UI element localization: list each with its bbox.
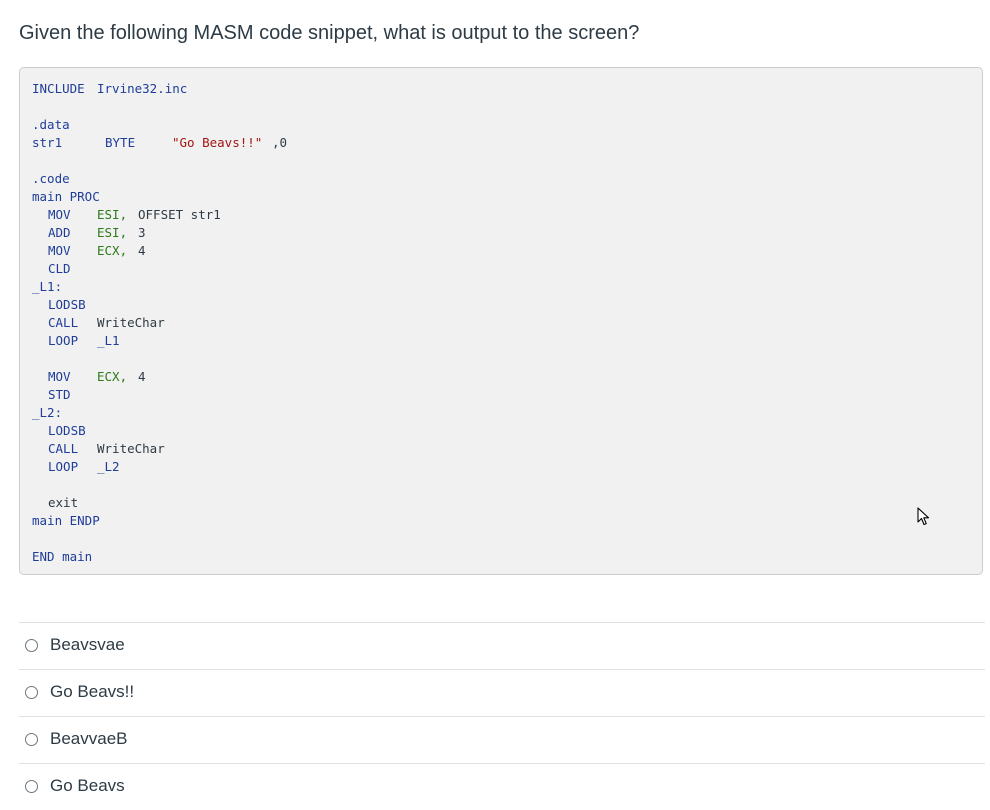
mnemonic: CLD: [48, 261, 71, 276]
mnemonic: MOV: [48, 207, 71, 222]
operand-register: ESI,: [97, 207, 128, 222]
code-line-instruction: LODSB: [32, 422, 86, 440]
code-line-main-endp: main ENDP: [32, 512, 100, 530]
mnemonic: LOOP: [48, 333, 79, 348]
code-line-instruction: STD: [32, 386, 71, 404]
code-line-instruction: CLD: [32, 260, 71, 278]
exit-statement: exit: [48, 495, 79, 510]
code-line-instruction: LODSB: [32, 296, 86, 314]
code-line-instruction: ADD ESI, 3: [32, 224, 146, 242]
code-line-data-decl: str1 BYTE "Go Beavs!!" ,0: [32, 134, 287, 152]
operand-value: 4: [138, 369, 146, 384]
code-directive: .code: [32, 171, 70, 186]
operand-value: 3: [138, 225, 146, 240]
answer-label[interactable]: Go Beavs: [50, 776, 125, 796]
code-line-instruction: CALL WriteChar: [32, 314, 165, 332]
answer-label[interactable]: Go Beavs!!: [50, 682, 134, 702]
var-terminator: ,0: [272, 135, 288, 150]
operand-value: 4: [138, 243, 146, 258]
code-line-instruction: LOOP _L2: [32, 458, 120, 476]
var-string: "Go Beavs!!": [172, 135, 263, 150]
code-line-end-main: END main: [32, 548, 92, 566]
mnemonic: ADD: [48, 225, 71, 240]
code-line-include: INCLUDE Irvine32.inc: [32, 80, 187, 98]
code-line-code-directive: .code: [32, 170, 70, 188]
code-line-exit: exit: [32, 494, 78, 512]
mnemonic: MOV: [48, 243, 71, 258]
main-endp: main ENDP: [32, 513, 100, 528]
operand-register: ECX,: [97, 369, 128, 384]
answer-option[interactable]: Beavsvae: [19, 622, 985, 669]
mnemonic: MOV: [48, 369, 71, 384]
operand-label: _L2: [97, 459, 120, 474]
radio-button[interactable]: [25, 733, 38, 746]
code-line-instruction: LOOP _L1: [32, 332, 120, 350]
question-title: Given the following MASM code snippet, w…: [19, 22, 640, 44]
var-name: str1: [32, 135, 63, 150]
mnemonic: CALL: [48, 315, 79, 330]
code-line-instruction: MOV ECX, 4: [32, 368, 146, 386]
mouse-pointer-icon: [917, 507, 930, 526]
label-l1: _L1:: [32, 279, 63, 294]
mnemonic: STD: [48, 387, 71, 402]
code-line-main-proc: main PROC: [32, 188, 100, 206]
answer-list: Beavsvae Go Beavs!! BeavvaeB Go Beavs: [19, 622, 985, 810]
answer-option[interactable]: Go Beavs!!: [19, 669, 985, 716]
operand-register: ESI,: [97, 225, 128, 240]
label-l2: _L2:: [32, 405, 63, 420]
answer-label[interactable]: BeavvaeB: [50, 729, 128, 749]
operand-procedure: WriteChar: [97, 315, 165, 330]
mnemonic: LODSB: [48, 297, 86, 312]
answer-option[interactable]: BeavvaeB: [19, 716, 985, 763]
mnemonic: CALL: [48, 441, 79, 456]
operand-label: _L1: [97, 333, 120, 348]
code-line-instruction: CALL WriteChar: [32, 440, 165, 458]
code-block: INCLUDE Irvine32.inc .data str1 BYTE "Go…: [19, 67, 983, 575]
operand-value: OFFSET str1: [138, 207, 221, 222]
code-line-instruction: MOV ESI, OFFSET str1: [32, 206, 221, 224]
radio-button[interactable]: [25, 639, 38, 652]
end-main: END main: [32, 549, 93, 564]
var-type: BYTE: [105, 135, 136, 150]
code-line-label: _L2:: [32, 404, 62, 422]
mnemonic: LODSB: [48, 423, 86, 438]
radio-button[interactable]: [25, 780, 38, 793]
include-file: Irvine32.inc: [97, 81, 188, 96]
mnemonic: LOOP: [48, 459, 79, 474]
code-line-label: _L1:: [32, 278, 62, 296]
operand-procedure: WriteChar: [97, 441, 165, 456]
operand-register: ECX,: [97, 243, 128, 258]
radio-button[interactable]: [25, 686, 38, 699]
answer-label[interactable]: Beavsvae: [50, 635, 125, 655]
include-keyword: INCLUDE: [32, 81, 85, 96]
data-directive: .data: [32, 117, 70, 132]
code-line-instruction: MOV ECX, 4: [32, 242, 146, 260]
code-line-data-directive: .data: [32, 116, 70, 134]
answer-option[interactable]: Go Beavs: [19, 763, 985, 810]
main-proc: main PROC: [32, 189, 100, 204]
